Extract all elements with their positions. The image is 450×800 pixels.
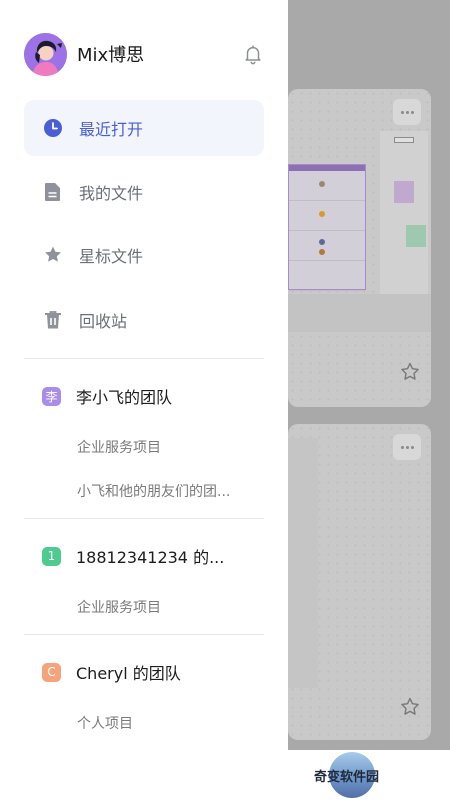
team-name: 李小飞的团队 xyxy=(76,388,173,407)
star-icon xyxy=(42,244,64,266)
star-outline-icon[interactable] xyxy=(399,696,421,718)
divider xyxy=(24,634,264,635)
nav-label: 我的文件 xyxy=(79,184,144,203)
nav-label: 回收站 xyxy=(79,312,128,331)
user-name: Mix博思 xyxy=(77,45,145,66)
project-item[interactable]: 企业服务项目 xyxy=(77,437,267,457)
team-badge: 1 xyxy=(42,546,61,566)
avatar[interactable] xyxy=(24,32,67,76)
nav-starred[interactable]: 星标文件 xyxy=(24,227,264,283)
project-item[interactable]: 企业服务项目 xyxy=(77,597,267,617)
divider xyxy=(24,518,264,519)
team-badge: C xyxy=(42,662,61,682)
file-card[interactable] xyxy=(288,424,431,740)
user-profile[interactable]: Mix博思 xyxy=(24,32,264,76)
more-options-button[interactable] xyxy=(393,434,421,460)
watermark-logo: 奇变软件园 xyxy=(314,752,424,798)
side-drawer: Mix博思 最近打开 我的文件 星标文件 回收站 李 李小飞的团队 企业服务项目… xyxy=(0,0,288,800)
card-thumbnail xyxy=(288,438,318,688)
team-item[interactable]: 李 李小飞的团队 xyxy=(24,376,264,416)
nav-trash[interactable]: 回收站 xyxy=(24,292,264,348)
watermark-text: 奇变软件园 xyxy=(314,770,380,785)
card-thumbnail-table xyxy=(288,164,366,291)
clock-icon xyxy=(42,117,64,139)
team-name: 18812341234 的... xyxy=(76,548,225,567)
team-badge: 李 xyxy=(42,386,61,406)
bottom-bar: 奇变软件园 xyxy=(288,750,450,800)
team-name: Cheryl 的团队 xyxy=(76,664,181,683)
file-icon xyxy=(42,181,64,203)
bell-icon[interactable] xyxy=(242,42,264,66)
background-content xyxy=(288,0,450,750)
nav-recent[interactable]: 最近打开 xyxy=(24,100,264,156)
project-item[interactable]: 小飞和他的朋友们的团... xyxy=(77,481,267,501)
file-card[interactable] xyxy=(288,89,431,407)
card-thumbnail-panel xyxy=(380,131,428,321)
team-item[interactable]: 1 18812341234 的... xyxy=(24,536,264,576)
card-thumbnail-footer xyxy=(288,294,431,332)
nav-label: 最近打开 xyxy=(79,120,144,139)
nav-my-files[interactable]: 我的文件 xyxy=(24,164,264,220)
more-options-button[interactable] xyxy=(393,99,421,125)
divider xyxy=(24,358,264,359)
nav-label: 星标文件 xyxy=(79,247,144,266)
project-item[interactable]: 个人项目 xyxy=(77,713,267,733)
trash-icon xyxy=(42,309,64,331)
star-outline-icon[interactable] xyxy=(399,361,421,383)
team-item[interactable]: C Cheryl 的团队 xyxy=(24,652,264,692)
